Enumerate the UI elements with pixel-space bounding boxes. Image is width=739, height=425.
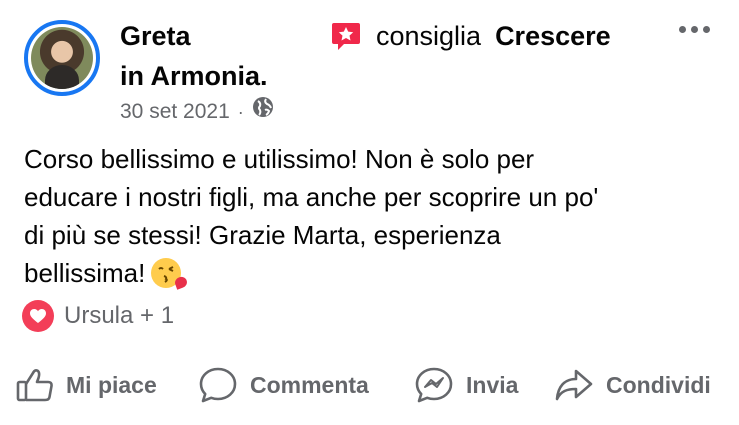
comment-label: Commenta: [250, 371, 369, 398]
post-text-line: educare i nostri figli, ma anche per sco…: [24, 182, 599, 212]
author-name-line-1: Greta: [120, 21, 191, 51]
meta-separator: ·: [237, 101, 244, 122]
more-dot-icon: [691, 26, 698, 33]
avatar[interactable]: [24, 20, 100, 96]
share-label: Condividi: [606, 371, 711, 398]
recommendation-header: consiglia Crescere: [330, 18, 611, 54]
messenger-icon: [414, 366, 454, 404]
post-meta: 30 set 2021 ·: [120, 96, 274, 127]
recommends-label: consiglia: [376, 21, 482, 51]
like-button[interactable]: Mi piace: [16, 360, 157, 410]
globe-icon: [252, 96, 274, 127]
author-name-line-2: in Armonia.: [120, 61, 268, 91]
share-button[interactable]: Condividi: [554, 360, 711, 410]
post-text: Corso bellissimo e utilissimo! Non è sol…: [24, 140, 724, 292]
recommend-star-icon: [330, 21, 362, 51]
more-dot-icon: [703, 26, 710, 33]
comment-bubble-icon: [198, 366, 238, 404]
reactions-summary[interactable]: Ursula + 1: [22, 300, 174, 332]
like-label: Mi piace: [66, 371, 157, 398]
profile-photo: [31, 27, 93, 89]
love-reaction-icon: [22, 300, 54, 332]
send-button[interactable]: Invia: [414, 360, 518, 410]
reactions-text: Ursula + 1: [64, 302, 175, 329]
more-options-button[interactable]: [679, 26, 710, 33]
share-arrow-icon: [554, 367, 594, 403]
thumbs-up-icon: [16, 367, 54, 403]
comment-button[interactable]: Commenta: [198, 360, 369, 410]
post-text-line: bellissima!: [24, 258, 146, 288]
recommended-page-link[interactable]: Crescere: [495, 18, 611, 54]
send-label: Invia: [466, 371, 519, 398]
face-blowing-kiss-emoji: [151, 258, 182, 288]
post-text-line: Corso bellissimo e utilissimo! Non è sol…: [24, 144, 535, 174]
review-post-card: Greta in Armonia. consiglia Crescere 30 …: [0, 0, 739, 425]
post-date[interactable]: 30 set 2021: [120, 97, 230, 127]
post-actions-bar: Mi piace Commenta Invia Condividi: [0, 360, 739, 410]
author-name[interactable]: Greta in Armonia.: [120, 16, 268, 96]
more-dot-icon: [679, 26, 686, 33]
post-text-line: di più se stessi! Grazie Marta, esperien…: [24, 220, 501, 250]
